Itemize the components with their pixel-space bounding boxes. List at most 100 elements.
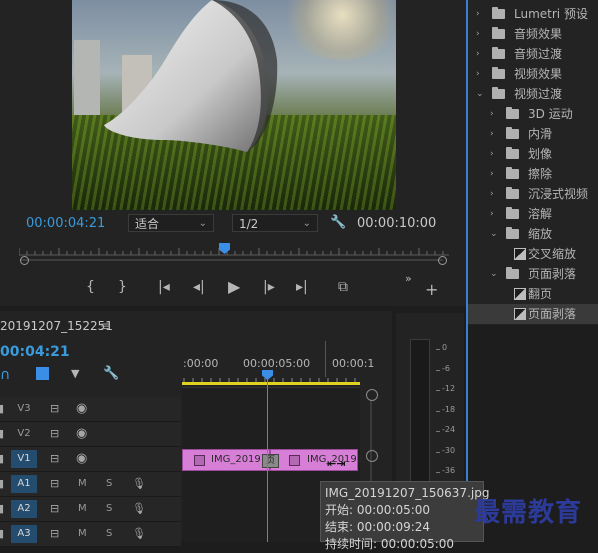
chevron-right-icon[interactable]: › [490, 124, 494, 144]
lock-icon[interactable]: ▮ [0, 452, 4, 465]
mute-button[interactable]: M [78, 478, 87, 489]
meter-scale-label: -12 [442, 384, 456, 393]
vscroll-handle-top[interactable] [366, 389, 378, 401]
sync-lock-icon[interactable]: ⊟ [50, 402, 59, 415]
chevron-down-icon[interactable]: ⌄ [476, 84, 484, 104]
transition-effect-icon [514, 308, 526, 320]
chevron-down-icon[interactable]: ⌄ [490, 224, 498, 244]
go-to-out-icon[interactable]: ▸| [296, 279, 308, 295]
track-target-toggle[interactable]: A2 [11, 500, 37, 518]
solo-button[interactable]: S [106, 478, 112, 489]
snap-icon[interactable]: ∩ [0, 367, 10, 383]
wrench-icon[interactable]: 🔧 [330, 215, 346, 230]
sync-lock-icon[interactable]: ⊟ [50, 477, 59, 490]
chevron-right-icon[interactable]: › [490, 104, 494, 124]
lock-icon[interactable]: ▮ [0, 502, 4, 515]
vscroll-handle-mid[interactable] [366, 450, 378, 462]
effects-panel: › ★ Lumetri 预设 › 音频效果 › 音频过渡 › 视频效果 ⌄ 视频过渡 › 3D 运动 › 内… [466, 0, 598, 325]
effects-tree-item[interactable]: › ★ Lumetri 预设 [468, 4, 598, 24]
effects-tree-item[interactable]: › 音频过渡 [468, 44, 598, 64]
effects-tree-item[interactable]: 页面剥落 [468, 304, 598, 324]
timeline-settings-wrench-icon[interactable]: 🔧 [103, 366, 119, 381]
work-area-bar[interactable] [182, 382, 360, 385]
effects-tree-item[interactable]: ⌄ 页面剥落 [468, 264, 598, 284]
chevron-right-icon[interactable]: › [476, 44, 480, 64]
chevron-right-icon[interactable]: › [490, 164, 494, 184]
mini-time-ruler[interactable] [18, 244, 449, 256]
solo-button[interactable]: S [106, 528, 112, 539]
step-back-icon[interactable]: ◂| [193, 279, 205, 295]
chevron-right-icon[interactable]: › [476, 24, 480, 44]
effects-tree-item[interactable]: ⌄ 视频过渡 [468, 84, 598, 104]
solo-button[interactable]: S [106, 503, 112, 514]
sequence-tab[interactable]: 20191207_152251 [0, 319, 113, 333]
sync-lock-icon[interactable]: ⊟ [50, 527, 59, 540]
add-button-icon[interactable]: + [425, 280, 438, 299]
add-marker-icon[interactable]: ▼ [71, 367, 79, 380]
track-target-toggle[interactable]: V1 [11, 450, 37, 468]
effects-tree-item[interactable]: › 内滑 [468, 124, 598, 144]
lock-icon[interactable]: ▮ [0, 427, 4, 440]
track-target-toggle[interactable]: V3 [11, 400, 37, 418]
effects-tree-item[interactable]: › 划像 [468, 144, 598, 164]
folder-icon [506, 167, 519, 179]
video-preview[interactable] [72, 0, 396, 210]
track-target-toggle[interactable]: V2 [11, 425, 37, 443]
lock-icon[interactable]: ▮ [0, 402, 4, 415]
microphone-icon[interactable]: 🎙 [132, 477, 146, 490]
effects-tree-item[interactable]: › 溶解 [468, 204, 598, 224]
chevron-right-icon[interactable]: › [476, 4, 480, 24]
track-target-toggle[interactable]: A3 [11, 525, 37, 543]
effects-tree-item[interactable]: › 3D 运动 [468, 104, 598, 124]
linked-selection-icon[interactable] [36, 367, 49, 380]
zoom-select[interactable]: 适合 ⌄ [128, 214, 214, 232]
lock-icon[interactable]: ▮ [0, 477, 4, 490]
eye-icon[interactable]: ◉ [76, 401, 87, 416]
scrub-start-handle[interactable] [20, 256, 29, 265]
chevron-down-icon[interactable]: ⌄ [490, 264, 498, 284]
sync-lock-icon[interactable]: ⊟ [50, 427, 59, 440]
eye-icon[interactable]: ◉ [76, 451, 87, 466]
watermark-logo: 最需教育 [474, 498, 583, 528]
more-controls-icon[interactable]: » [405, 272, 412, 285]
effects-tree-item[interactable]: › 擦除 [468, 164, 598, 184]
effects-tree-item[interactable]: › 音频效果 [468, 24, 598, 44]
track-target-toggle[interactable]: A1 [11, 475, 37, 493]
mute-button[interactable]: M [78, 528, 87, 539]
microphone-icon[interactable]: 🎙 [132, 527, 146, 540]
effects-tree-item-label: Lumetri 预设 [514, 7, 588, 21]
timeline-timecode[interactable]: 00:04:21 [0, 344, 70, 360]
folder-icon [506, 107, 519, 119]
chevron-right-icon[interactable]: › [490, 204, 494, 224]
mute-button[interactable]: M [78, 503, 87, 514]
effects-tree-item[interactable]: › 视频效果 [468, 64, 598, 84]
export-frame-icon[interactable]: ⧉ [338, 279, 348, 295]
scrub-end-handle[interactable] [438, 256, 447, 265]
mark-in-icon[interactable]: { [86, 279, 95, 295]
chevron-right-icon[interactable]: › [476, 64, 480, 84]
effects-tree-item[interactable]: 翻页 [468, 284, 598, 304]
effects-tree-item[interactable]: ⌄ 缩放 [468, 224, 598, 244]
clip-v1-1[interactable]: IMG_20191 [182, 449, 270, 471]
step-forward-icon[interactable]: |▸ [263, 279, 275, 295]
lock-icon[interactable]: ▮ [0, 527, 4, 540]
folder-icon [506, 147, 519, 159]
microphone-icon[interactable]: 🎙 [132, 502, 146, 515]
effects-tree-item-label: 内滑 [528, 127, 553, 141]
chevron-right-icon[interactable]: › [490, 144, 494, 164]
scrub-bar[interactable] [21, 259, 443, 261]
sync-lock-icon[interactable]: ⊟ [50, 502, 59, 515]
mark-out-icon[interactable]: } [118, 279, 127, 295]
effects-tree-item[interactable]: 交叉缩放 [468, 244, 598, 264]
hamburger-menu-icon[interactable]: ≡ [100, 319, 110, 333]
effects-tree-item-label: 页面剥落 [528, 267, 577, 281]
transition-page-peel[interactable]: 页 [262, 454, 279, 468]
eye-icon[interactable]: ◉ [76, 426, 87, 441]
chevron-right-icon[interactable]: › [490, 184, 494, 204]
go-to-in-icon[interactable]: |◂ [158, 279, 170, 295]
resolution-select[interactable]: 1/2 ⌄ [232, 214, 318, 232]
sync-lock-icon[interactable]: ⊟ [50, 452, 59, 465]
current-timecode[interactable]: 00:00:04:21 [26, 216, 105, 231]
effects-tree-item[interactable]: › 沉浸式视频 [468, 184, 598, 204]
play-icon[interactable]: ▶ [228, 277, 240, 296]
